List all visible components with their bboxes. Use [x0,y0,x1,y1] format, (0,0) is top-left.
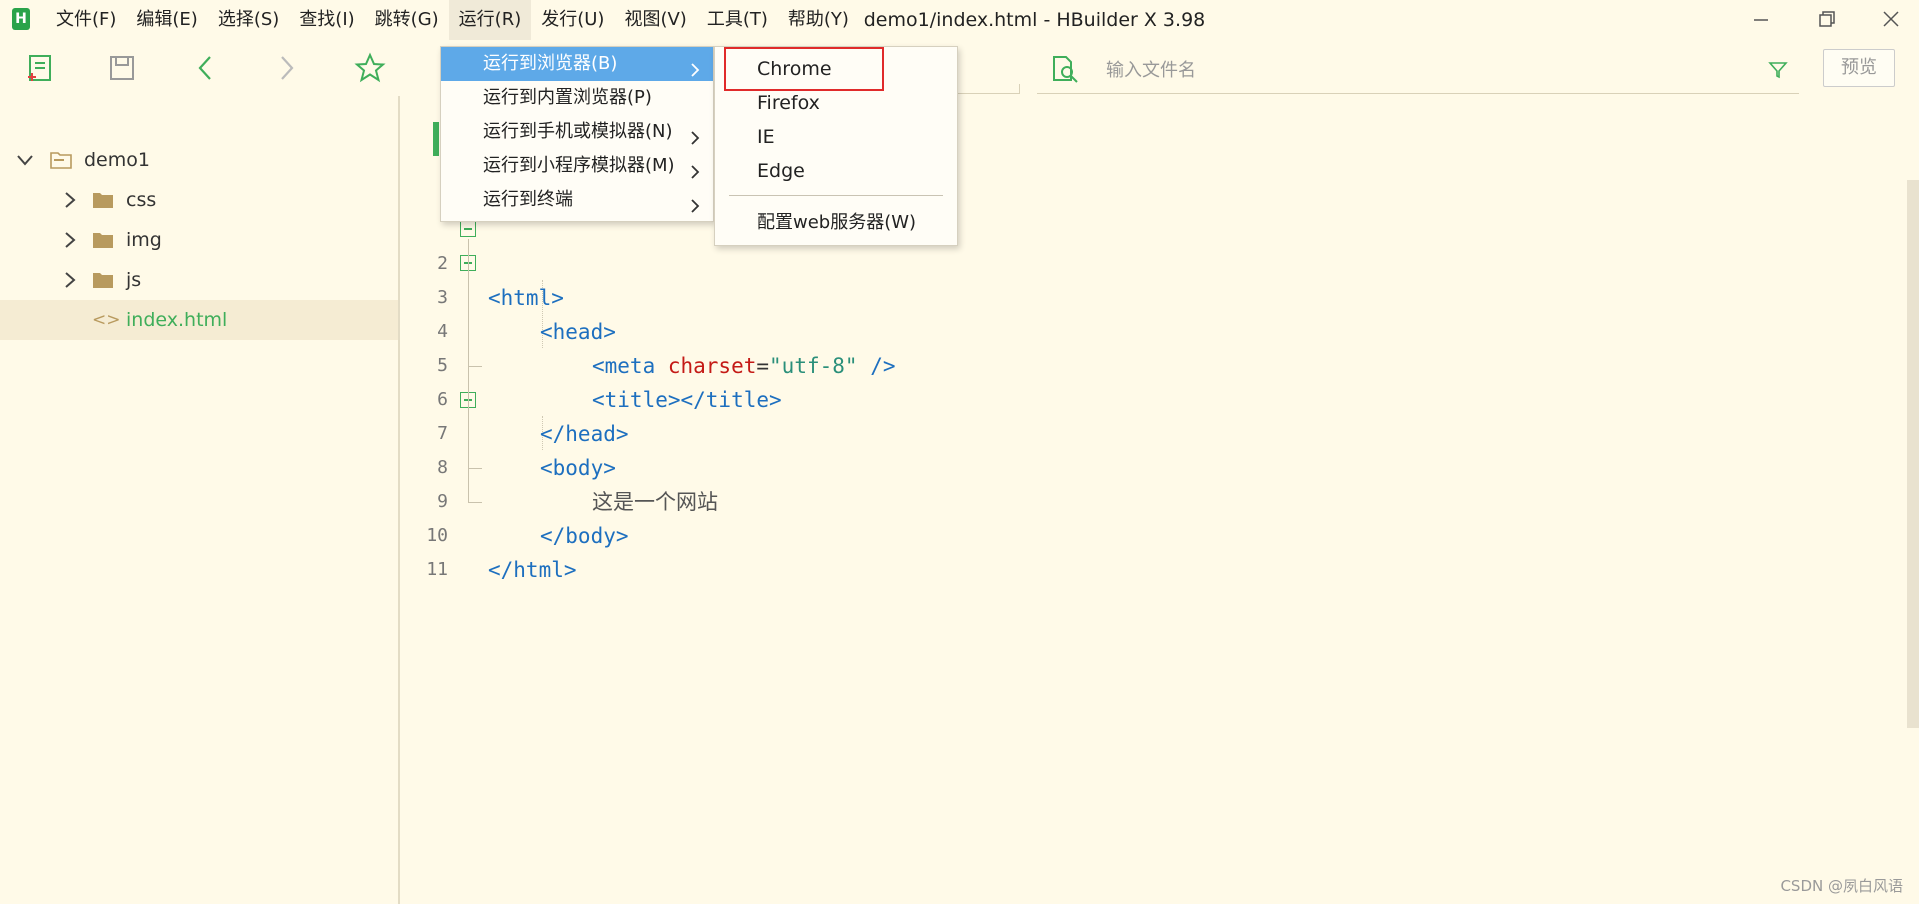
menu-run[interactable]: 运行(R) [448,0,532,40]
menu-item-label: 运行到内置浏览器(P) [483,87,652,108]
tree-item-img[interactable]: img [0,220,398,260]
tree-item-label: img [126,229,162,251]
line-number: 11 [426,559,448,580]
project-explorer: demo1 css img js <> index.html [0,96,400,904]
code-line: 10 </html> [402,485,1802,582]
code-line: 11 [402,519,1802,580]
menu-item-label: 运行到手机或模拟器(N) [483,121,673,142]
file-search-icon[interactable] [1050,54,1080,84]
chevron-right-icon [689,124,701,145]
run-menu-dropdown: 运行到浏览器(B) 运行到内置浏览器(P) 运行到手机或模拟器(N) 运行到小程… [440,46,714,222]
code-line: 5 <title></title> [402,315,1802,412]
code-text: </html> [488,558,577,582]
tree-item-js[interactable]: js [0,260,398,300]
configure-web-server[interactable]: 配置web服务器(W) [715,206,957,240]
chevron-right-icon[interactable] [58,269,80,291]
chevron-right-icon[interactable] [58,189,80,211]
tree-item-label: css [126,189,157,211]
menu-bar: 文件(F) 编辑(E) 选择(S) 查找(I) 跳转(G) 运行(R) 发行(U… [46,0,859,40]
folder-icon [92,231,114,249]
filter-icon[interactable] [1768,60,1788,80]
tree-item-label: index.html [126,309,228,331]
back-icon[interactable] [190,52,222,84]
new-file-icon[interactable] [24,52,56,84]
menu-edit[interactable]: 编辑(E) [126,0,207,40]
code-line: 3 <head> [402,247,1802,344]
menu-goto[interactable]: 跳转(G) [365,0,449,40]
menu-separator [729,195,943,196]
preview-button[interactable]: 预览 [1823,49,1895,87]
folder-icon [92,271,114,289]
tree-project-demo1[interactable]: demo1 [0,140,398,180]
title-bar: H 文件(F) 编辑(E) 选择(S) 查找(I) 跳转(G) 运行(R) 发行… [0,0,1919,40]
tree-item-css[interactable]: css [0,180,398,220]
browser-edge[interactable]: Edge [715,154,957,188]
chevron-down-icon[interactable] [14,149,36,171]
app-logo: H [12,8,30,30]
menu-help[interactable]: 帮助(Y) [778,0,859,40]
file-search-input[interactable] [1106,58,1756,82]
menu-file[interactable]: 文件(F) [46,0,126,40]
code-line: 4 <meta charset="utf-8" /> [402,281,1802,378]
code-line: 8 这是一个网站 [402,417,1802,514]
editor-tab-indicator [433,122,439,156]
chevron-right-icon [689,192,701,213]
chevron-right-icon [689,158,701,179]
menu-run-to-miniprogram[interactable]: 运行到小程序模拟器(M) [441,149,713,183]
html-file-icon: <> [92,310,121,330]
menu-publish[interactable]: 发行(U) [531,0,614,40]
tree-item-index-html[interactable]: <> index.html [0,300,398,340]
favorite-icon[interactable] [354,52,386,84]
watermark: CSDN @夙白风语 [1780,877,1903,895]
menu-item-label: 运行到小程序模拟器(M) [483,155,675,176]
forward-icon[interactable] [270,52,302,84]
folder-icon [92,191,114,209]
browser-ie[interactable]: IE [715,120,957,154]
restore-icon[interactable] [1812,4,1842,34]
chevron-right-icon [689,56,701,77]
editor-scrollbar[interactable] [1907,180,1919,728]
menu-run-to-browser[interactable]: 运行到浏览器(B) [441,47,713,81]
tree-item-label: js [126,269,142,291]
menu-view[interactable]: 视图(V) [614,0,696,40]
menu-find[interactable]: 查找(I) [289,0,364,40]
tree-item-label: demo1 [84,149,150,171]
toolbar-divider [958,84,1020,94]
menu-select[interactable]: 选择(S) [208,0,289,40]
menu-item-label: 运行到终端 [483,189,573,210]
save-icon[interactable] [106,52,138,84]
menu-run-to-terminal[interactable]: 运行到终端 [441,183,713,217]
menu-item-label: 运行到浏览器(B) [483,53,618,74]
menu-tools[interactable]: 工具(T) [697,0,778,40]
code-line: 7 <body> [402,383,1802,480]
menu-run-to-phone[interactable]: 运行到手机或模拟器(N) [441,115,713,149]
chevron-right-icon[interactable] [58,229,80,251]
menu-run-to-builtin-browser[interactable]: 运行到内置浏览器(P) [441,81,713,115]
close-icon[interactable] [1876,4,1906,34]
project-folder-icon [50,151,72,169]
chrome-highlight-box [724,47,884,91]
minimize-icon[interactable] [1746,4,1776,34]
code-line: 9 </body> [402,451,1802,548]
code-line: 6 </head> [402,349,1802,446]
browser-firefox[interactable]: Firefox [715,86,957,120]
